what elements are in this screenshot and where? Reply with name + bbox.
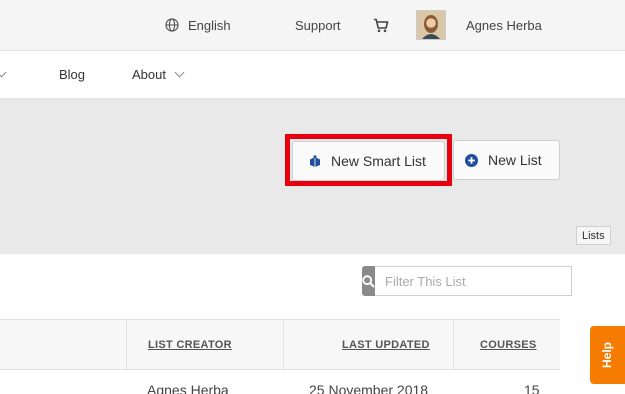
cell-courses: 15: [524, 382, 540, 394]
language-selector[interactable]: English: [165, 0, 231, 50]
support-label: Support: [295, 17, 341, 33]
top-utility-bar: English Support Agnes Herba: [0, 0, 625, 51]
nav-item-blog[interactable]: Blog: [59, 51, 85, 97]
user-menu[interactable]: Agnes Herba: [416, 0, 542, 50]
user-name: Agnes Herba: [466, 17, 542, 33]
column-header-courses[interactable]: COURSES: [480, 320, 537, 369]
support-link[interactable]: Support: [295, 0, 341, 50]
column-header-last-updated[interactable]: LAST UPDATED: [342, 320, 430, 369]
chevron-down-icon: [0, 67, 7, 77]
avatar: [416, 10, 446, 40]
table-row[interactable]: Agnes Herba 25 November 2018 15: [0, 370, 560, 394]
help-tab[interactable]: Help: [590, 326, 625, 384]
search-icon: [362, 274, 375, 288]
filter-input[interactable]: [375, 266, 572, 296]
language-label: English: [188, 17, 231, 33]
lists-tooltip-label: Lists: [582, 229, 605, 242]
shopping-cart-icon: [373, 18, 389, 33]
column-header-list-creator[interactable]: LIST CREATOR: [148, 320, 232, 369]
cell-list-creator: Agnes Herba: [147, 382, 229, 394]
filter-search-button[interactable]: [362, 266, 375, 296]
cart-button[interactable]: [373, 0, 389, 50]
table-header: LIST CREATOR LAST UPDATED COURSES: [0, 319, 560, 370]
column-divider: [283, 320, 284, 369]
highlight-box: [285, 134, 452, 186]
column-divider: [453, 320, 454, 369]
nav-about-label: About: [132, 66, 166, 82]
help-label: Help: [600, 341, 615, 369]
last-updated-header-label: LAST UPDATED: [342, 338, 430, 351]
nav-item-about[interactable]: About: [132, 51, 185, 97]
chevron-down-icon: [174, 67, 185, 77]
plus-circle-icon: [465, 153, 478, 167]
new-list-button[interactable]: New List: [453, 140, 560, 180]
lists-tooltip: Lists: [576, 226, 611, 245]
globe-icon: [165, 18, 179, 32]
new-list-label: New List: [488, 152, 542, 168]
cell-last-updated: 25 November 2018: [309, 382, 429, 394]
list-creator-header-label: LIST CREATOR: [148, 338, 232, 351]
nav-blog-label: Blog: [59, 66, 86, 82]
courses-header-label: COURSES: [480, 338, 537, 351]
column-divider: [126, 320, 127, 369]
main-nav: Blog About: [0, 51, 625, 99]
filter-bar: [362, 266, 572, 296]
nav-dropdown-partial[interactable]: [0, 51, 7, 97]
